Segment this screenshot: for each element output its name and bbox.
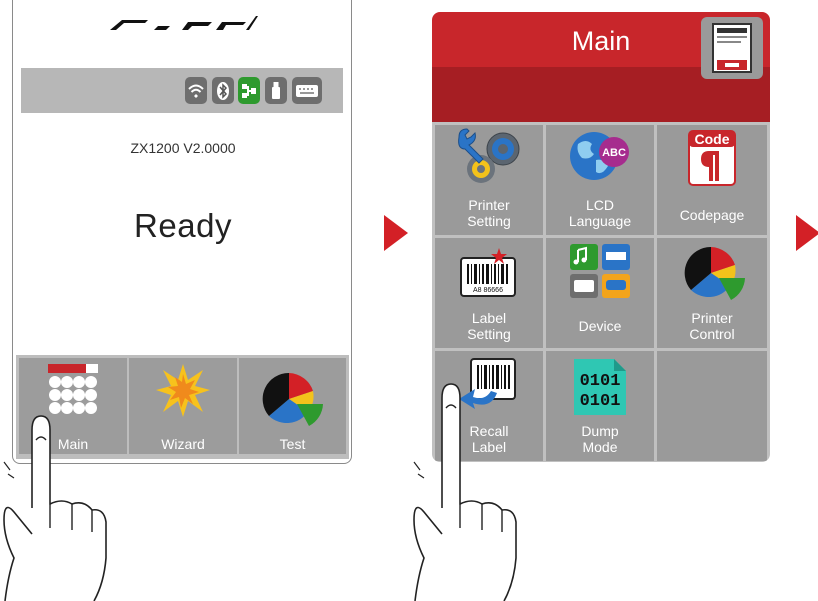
dump-mode-label: Dump Mode xyxy=(581,423,619,455)
status-bar xyxy=(21,68,343,113)
next-arrow-icon xyxy=(384,215,408,251)
printer-status-text: Ready xyxy=(134,207,232,244)
printer-control-button[interactable]: Printer Control xyxy=(657,238,767,348)
device-label: Device xyxy=(578,318,622,334)
pie-chart-icon xyxy=(683,244,747,302)
barcode-icon-text: A8 86666 xyxy=(473,287,503,294)
svg-text:0101: 0101 xyxy=(580,392,621,411)
ethernet-icon xyxy=(238,77,260,104)
barcode-label-icon: A8 86666 xyxy=(459,248,517,298)
wizard-icon xyxy=(155,362,211,418)
keyboard-icon xyxy=(292,77,322,104)
label-preview-button[interactable] xyxy=(701,17,763,79)
device-icon xyxy=(568,242,632,300)
next-arrow-icon xyxy=(796,215,818,251)
test-pie-icon xyxy=(261,370,325,428)
label-preview-icon xyxy=(711,22,753,74)
svg-text:ABC: ABC xyxy=(602,147,626,159)
wizard-label: Wizard xyxy=(161,436,205,452)
home-screen: ZX1200 V2.0000 Ready Main Wizard Test xyxy=(12,0,352,464)
printer-control-label: Printer Control xyxy=(689,310,735,342)
device-button[interactable]: Device xyxy=(546,238,654,348)
bluetooth-icon xyxy=(212,77,234,104)
printer-setting-button[interactable]: Printer Setting xyxy=(435,125,543,235)
binary-dump-icon: 0101 0101 xyxy=(570,357,630,417)
pointing-hand-icon xyxy=(0,408,110,601)
pointing-hand-icon xyxy=(410,378,520,601)
code-paragraph-icon: Code xyxy=(687,129,737,187)
model-version: ZX1200 V2.0000 xyxy=(130,140,236,156)
wifi-icon xyxy=(185,77,207,104)
codepage-label: Codepage xyxy=(679,207,745,223)
lcd-language-label: LCD Language xyxy=(568,197,632,229)
svg-text:0101: 0101 xyxy=(580,372,621,391)
brand-logo xyxy=(108,8,258,34)
globe-abc-icon: ABC xyxy=(568,128,634,184)
code-icon-text: Code xyxy=(695,131,730,147)
gears-icon xyxy=(455,127,523,187)
codepage-button[interactable]: Code Codepage xyxy=(657,125,767,235)
empty-tile xyxy=(657,351,767,461)
usb-drive-icon xyxy=(265,77,287,104)
printer-setting-label: Printer Setting xyxy=(467,197,511,229)
label-setting-label: Label Setting xyxy=(467,310,511,342)
label-setting-button[interactable]: A8 86666 Label Setting xyxy=(435,238,543,348)
wizard-button[interactable]: Wizard xyxy=(129,358,237,454)
dump-mode-button[interactable]: 0101 0101 Dump Mode xyxy=(546,351,654,461)
test-label: Test xyxy=(279,436,306,452)
test-button[interactable]: Test xyxy=(239,358,346,454)
lcd-language-button[interactable]: ABC LCD Language xyxy=(546,125,654,235)
